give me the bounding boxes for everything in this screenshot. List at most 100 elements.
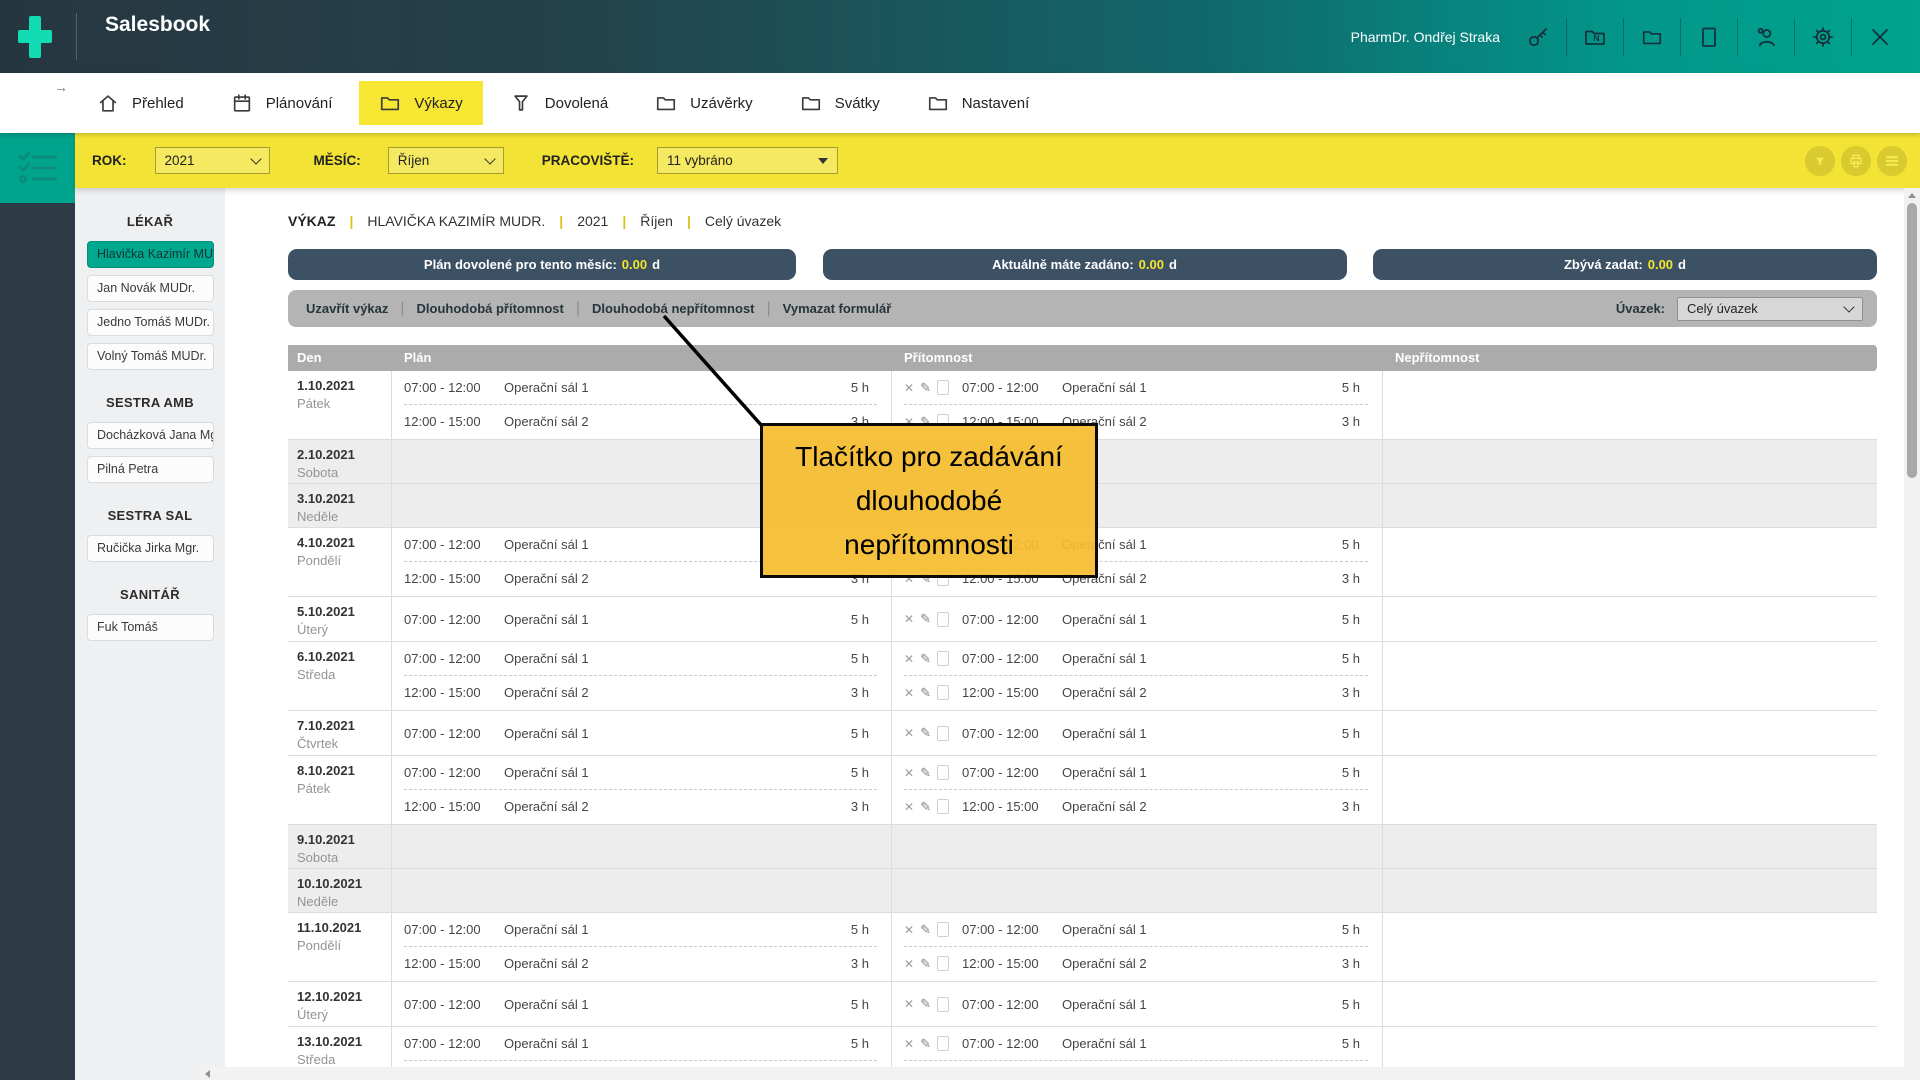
document-icon[interactable]: [937, 726, 949, 741]
vymazat-formular-button[interactable]: Vymazat formulář: [783, 301, 892, 316]
day-date: 8.10.2021: [297, 763, 387, 778]
rail-checklist-button[interactable]: [0, 133, 75, 203]
day-name: Úterý: [297, 622, 387, 637]
breadcrumb: VÝKAZ|HLAVIČKA KAZIMÍR MUDR.|2021|Říjen|…: [288, 207, 781, 235]
uvazek-select[interactable]: Celý úvazek: [1677, 297, 1863, 321]
edit-pencil-icon[interactable]: ✎: [920, 956, 931, 972]
delete-icon[interactable]: ✕: [904, 612, 914, 626]
folder-button[interactable]: [1638, 23, 1666, 51]
entry-time: 07:00 - 12:00: [404, 997, 492, 1012]
sidebar-item-fuk-tomas[interactable]: Fuk Tomáš: [87, 614, 214, 641]
folder-icon: [927, 92, 949, 114]
document-icon[interactable]: [937, 612, 949, 627]
month-select[interactable]: Říjen: [388, 147, 504, 174]
entry-place: Operační sál 1: [504, 997, 589, 1012]
year-select[interactable]: 2021: [155, 147, 270, 174]
document-icon[interactable]: [937, 380, 949, 395]
toolbar-separator: |: [576, 300, 580, 318]
document-icon[interactable]: [937, 651, 949, 666]
close-button[interactable]: [1866, 23, 1894, 51]
filter-funnel-button[interactable]: [1805, 146, 1835, 176]
document-icon[interactable]: [937, 956, 949, 971]
uzavrit-vykaz-button[interactable]: Uzavřít výkaz: [306, 301, 388, 316]
entry-actions: ✕ ✎: [904, 996, 950, 1012]
tab-nastaveni[interactable]: Nastavení: [927, 92, 1030, 114]
pill-label: Aktuálně máte zadáno:: [992, 257, 1134, 272]
sidebar-item-jan-novak-mudr[interactable]: Jan Novák MUDr.: [87, 275, 214, 302]
table-header: Den Plán Přítomnost Nepřítomnost: [288, 345, 1877, 371]
filter-bar: ROK: 2021 MĚSÍC: Říjen PRACOVIŠTĚ: 11 vy…: [75, 133, 1920, 188]
delete-icon[interactable]: ✕: [904, 1037, 914, 1051]
summary-pill: Aktuálně máte zadáno: 0.00 d: [823, 249, 1347, 280]
edit-pencil-icon[interactable]: ✎: [920, 1036, 931, 1052]
edit-pencil-icon[interactable]: ✎: [920, 651, 931, 667]
vertical-scrollbar-thumb[interactable]: [1907, 203, 1917, 478]
sidebar-item-hlavicka-kazimir-mudr[interactable]: Hlavička Kazimír MUDr.: [87, 241, 214, 268]
delete-icon[interactable]: ✕: [904, 800, 914, 814]
tab-svatky[interactable]: Svátky: [800, 92, 880, 114]
window-icon: [1697, 25, 1721, 49]
dlouhodoba-nepritomnost-button[interactable]: Dlouhodobá nepřítomnost: [592, 301, 754, 316]
menu-button[interactable]: [1877, 146, 1907, 176]
delete-icon[interactable]: ✕: [904, 997, 914, 1011]
collapse-arrow-icon[interactable]: →: [54, 79, 68, 95]
delete-icon[interactable]: ✕: [904, 652, 914, 666]
edit-pencil-icon[interactable]: ✎: [920, 765, 931, 781]
gear-button[interactable]: [1809, 23, 1837, 51]
delete-icon[interactable]: ✕: [904, 923, 914, 937]
document-icon[interactable]: [937, 765, 949, 780]
tab-dovolena[interactable]: Dovolená: [510, 92, 608, 114]
edit-pencil-icon[interactable]: ✎: [920, 685, 931, 701]
delete-icon[interactable]: ✕: [904, 726, 914, 740]
entry-time: 07:00 - 12:00: [404, 380, 492, 395]
document-icon[interactable]: [937, 1036, 949, 1051]
entry-place: Operační sál 1: [1062, 651, 1147, 666]
edit-pencil-icon[interactable]: ✎: [920, 380, 931, 396]
edit-pencil-icon[interactable]: ✎: [920, 611, 931, 627]
sidebar-item-volny-tomas-mudr[interactable]: Volný Tomáš MUDr.: [87, 343, 214, 370]
workplace-select[interactable]: 11 vybráno: [657, 147, 838, 174]
day-name: Středa: [297, 1052, 387, 1067]
document-icon[interactable]: [937, 922, 949, 937]
summary-pill: Zbývá zadat: 0.00 d: [1373, 249, 1877, 280]
plan-cell: 07:00 - 12:00 Operační sál 1 5 h: [392, 982, 892, 1026]
edit-pencil-icon[interactable]: ✎: [920, 922, 931, 938]
delete-icon[interactable]: ✕: [904, 686, 914, 700]
scroll-left-icon[interactable]: [205, 1070, 210, 1078]
column-header-den: Den: [288, 345, 392, 371]
sidebar-item-pilna-petra[interactable]: Pilná Petra: [87, 456, 214, 483]
document-icon[interactable]: [937, 997, 949, 1012]
sidebar-item-jedno-tomas-mudr[interactable]: Jedno Tomáš MUDr.: [87, 309, 214, 336]
tab-vykazy[interactable]: Výkazy: [359, 81, 482, 125]
user-button[interactable]: [1752, 23, 1780, 51]
document-icon[interactable]: [937, 799, 949, 814]
vertical-scrollbar[interactable]: [1904, 188, 1920, 1080]
shift-entry: 07:00 - 12:00 Operační sál 1 5 h: [392, 642, 891, 675]
entry-actions: ✕ ✎: [904, 922, 950, 938]
dlouhodoba-pritomnost-button[interactable]: Dlouhodobá přítomnost: [417, 301, 564, 316]
day-date: 6.10.2021: [297, 649, 387, 664]
sidebar-item-rucicka-jirka-mgr[interactable]: Ručička Jirka Mgr.: [87, 535, 214, 562]
tab-prehled[interactable]: Přehled: [97, 92, 184, 114]
document-icon[interactable]: [937, 685, 949, 700]
delete-icon[interactable]: ✕: [904, 381, 914, 395]
edit-pencil-icon[interactable]: ✎: [920, 799, 931, 815]
print-button[interactable]: [1841, 146, 1871, 176]
edit-pencil-icon[interactable]: ✎: [920, 996, 931, 1012]
delete-icon[interactable]: ✕: [904, 957, 914, 971]
sidebar-item-dochazkova-jana-mgr[interactable]: Docházková Jana Mgr.: [87, 422, 214, 449]
folder-n-button[interactable]: N: [1581, 23, 1609, 51]
scroll-up-icon[interactable]: [1908, 193, 1916, 198]
entry-hours: 3 h: [1342, 571, 1360, 586]
delete-icon[interactable]: ✕: [904, 766, 914, 780]
tab-uzaverky[interactable]: Uzávěrky: [655, 92, 753, 114]
window-button[interactable]: [1695, 23, 1723, 51]
day-cell: 10.10.2021 Neděle: [288, 869, 392, 912]
horizontal-scrollbar[interactable]: [200, 1067, 1904, 1080]
entry-place: Operační sál 2: [504, 956, 589, 971]
entry-hours: 5 h: [851, 765, 869, 780]
shift-entry: 07:00 - 12:00 Operační sál 1 5 h: [392, 371, 891, 404]
edit-pencil-icon[interactable]: ✎: [920, 725, 931, 741]
tab-planovani[interactable]: Plánování: [231, 92, 333, 114]
key-button[interactable]: [1524, 23, 1552, 51]
